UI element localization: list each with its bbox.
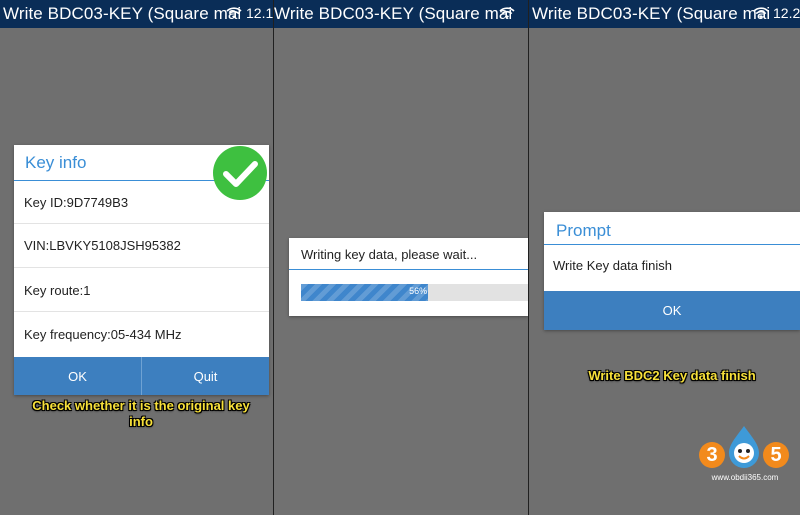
prompt-message: Write Key data finish: [553, 258, 672, 273]
mascot-icon: [729, 426, 759, 468]
dialog-title: Prompt: [556, 221, 611, 240]
button-bar: OK Quit: [14, 357, 269, 395]
key-route-text: Key route:1: [24, 283, 91, 298]
logo-digit-three: 3: [699, 442, 725, 468]
button-bar: OK: [544, 291, 800, 330]
progress-bar: 56%: [301, 284, 528, 301]
divider: [14, 223, 269, 224]
caption-right: Write BDC2 Key data finish: [588, 368, 756, 383]
status-clock: 12.1: [246, 5, 273, 21]
prompt-dialog: Prompt Write Key data finish OK: [544, 212, 800, 330]
status-clock: 12.2: [773, 5, 800, 21]
logo-site-url: www.obdii365.com: [711, 473, 779, 482]
obdii365-logo: 3 5 www.obdii365.com: [691, 422, 799, 488]
title-bar: Write BDC03-KEY (Square mai 12.1: [0, 0, 273, 28]
wifi-icon: [753, 7, 769, 19]
ok-button[interactable]: OK: [544, 291, 800, 330]
title-underline: [544, 244, 800, 245]
wifi-icon: [499, 7, 515, 19]
middle-screen: Write BDC03-KEY (Square mai Writing key …: [274, 0, 528, 515]
window-title: Write BDC03-KEY (Square mai: [274, 4, 513, 23]
divider: [14, 311, 269, 312]
caption-left: Check whether it is the original key inf…: [32, 398, 250, 429]
wifi-icon: [226, 7, 242, 19]
right-screen: Write BDC03-KEY (Square mai 12.2 Prompt …: [529, 0, 800, 515]
message-underline: [289, 269, 528, 270]
left-screen: Write BDC03-KEY (Square mai 12.1 Key inf…: [0, 0, 273, 515]
key-frequency-text: Key frequency:05-434 MHz: [24, 327, 182, 342]
ok-button[interactable]: OK: [14, 357, 141, 395]
writing-dialog: Writing key data, please wait... 56%: [289, 238, 528, 316]
key-id-text: Key ID:9D7749B3: [24, 195, 129, 210]
divider: [14, 267, 269, 268]
title-bar: Write BDC03-KEY (Square mai: [274, 0, 528, 28]
check-circle-icon: [213, 146, 267, 200]
writing-message: Writing key data, please wait...: [301, 247, 478, 262]
window-title: Write BDC03-KEY (Square mai: [3, 4, 242, 23]
title-bar: Write BDC03-KEY (Square mai 12.2: [529, 0, 800, 28]
logo-digit-five: 5: [763, 442, 789, 468]
dialog-title: Key info: [25, 153, 87, 172]
progress-percent: 56%: [409, 286, 428, 296]
quit-button[interactable]: Quit: [142, 357, 269, 395]
vin-text: VIN:LBVKY5108JSH95382: [24, 238, 181, 253]
window-title: Write BDC03-KEY (Square mai: [532, 4, 771, 23]
